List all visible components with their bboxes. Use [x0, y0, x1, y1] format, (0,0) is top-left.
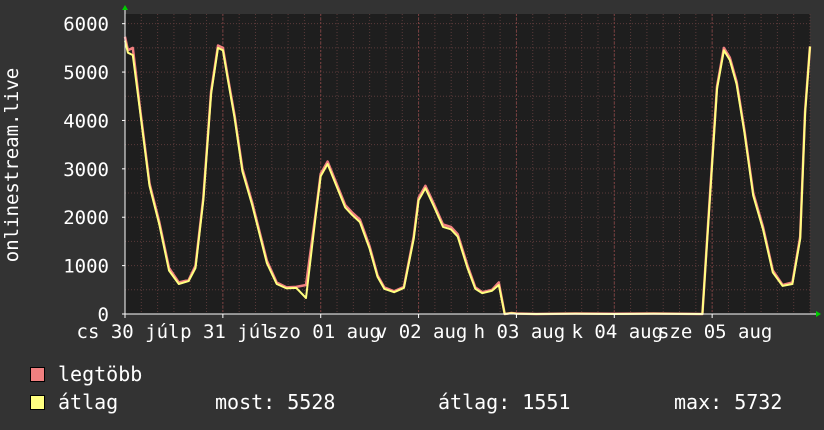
y-tick-label: 5000 — [63, 62, 109, 84]
legend-label-max: legtöbb — [58, 362, 143, 386]
legend-swatch-avg — [30, 395, 45, 410]
x-tick-label: p 31 júl — [180, 321, 272, 343]
legend-swatch-max — [30, 367, 45, 382]
y-axis-arrow — [122, 5, 128, 10]
legend-label-avg: átlag — [58, 390, 119, 414]
x-axis-arrow — [816, 311, 821, 317]
y-tick-label: 2000 — [63, 207, 109, 229]
x-tick-label: sze 05 aug — [658, 321, 772, 343]
x-tick-label: h 03 aug — [474, 321, 566, 343]
y-tick-label: 1000 — [63, 256, 109, 278]
x-tick-label: v 02 aug — [376, 321, 468, 343]
stat-current: most: 5528 — [215, 390, 336, 414]
x-tick-label: cs 30 júl — [77, 321, 180, 343]
y-tick-label: 4000 — [63, 110, 109, 132]
y-axis-label: onlinestream.live — [1, 67, 23, 263]
stat-maximum: max: 5732 — [674, 390, 783, 414]
y-tick-label: 3000 — [63, 159, 109, 181]
stat-average: átlag: 1551 — [438, 390, 571, 414]
x-tick-label: szo 01 aug — [267, 321, 381, 343]
x-tick-label: k 04 aug — [572, 321, 664, 343]
y-tick-label: 6000 — [63, 14, 109, 36]
